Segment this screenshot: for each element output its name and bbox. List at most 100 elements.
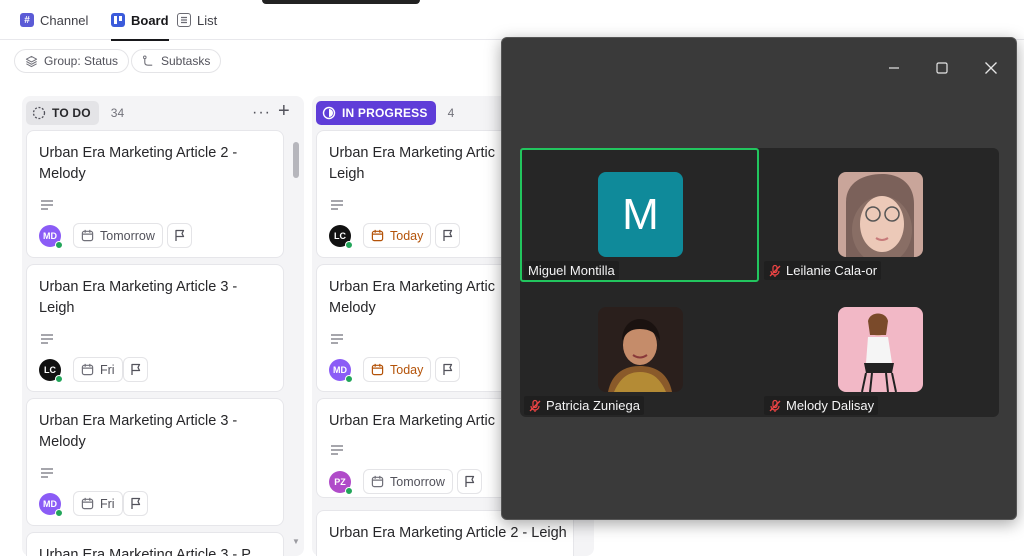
maximize-button[interactable] bbox=[928, 54, 956, 82]
avatar[interactable]: MD bbox=[39, 225, 63, 249]
minimize-icon bbox=[889, 67, 899, 69]
task-count: 4 bbox=[447, 106, 455, 120]
participant-name: Leilanie Cala-or bbox=[786, 263, 878, 278]
tab-label: List bbox=[197, 12, 218, 28]
priority-flag-button[interactable] bbox=[123, 357, 148, 382]
priority-flag-button[interactable] bbox=[435, 223, 460, 248]
avatar-initials: MD bbox=[43, 499, 57, 509]
participant-name-label: Leilanie Cala-or bbox=[764, 261, 882, 280]
status-label: TO DO bbox=[52, 106, 91, 120]
online-indicator bbox=[345, 487, 353, 495]
avatar: M bbox=[598, 172, 683, 257]
participant-tile[interactable]: Leilanie Cala-or bbox=[760, 148, 999, 282]
participant-tile[interactable]: Melody Dalisay bbox=[760, 283, 999, 417]
scroll-down-icon[interactable]: ▼ bbox=[292, 537, 300, 546]
layers-icon bbox=[25, 55, 38, 67]
participant-tile[interactable]: M Miguel Montilla bbox=[520, 148, 759, 282]
avatar[interactable]: LC bbox=[39, 359, 63, 383]
flag-icon bbox=[174, 229, 184, 241]
priority-flag-button[interactable] bbox=[457, 469, 482, 494]
participant-name: Melody Dalisay bbox=[786, 398, 875, 413]
task-title: Urban Era Marketing Article 3 - P... bbox=[39, 547, 262, 556]
mic-muted-icon bbox=[529, 399, 541, 412]
task-title: Urban Era Marketing Artic Leigh bbox=[329, 145, 496, 182]
due-date-button[interactable]: Tomorrow bbox=[363, 469, 453, 494]
description-icon bbox=[41, 468, 53, 478]
description-icon bbox=[41, 200, 53, 210]
due-date-button[interactable]: Today bbox=[363, 357, 432, 382]
close-button[interactable] bbox=[977, 54, 1005, 82]
avatar-initials: PZ bbox=[334, 477, 346, 487]
description-icon bbox=[41, 334, 53, 344]
task-count: 34 bbox=[110, 106, 125, 120]
status-badge-todo[interactable]: TO DO bbox=[26, 101, 99, 125]
description-icon bbox=[331, 200, 343, 210]
due-date-button[interactable]: Fri bbox=[73, 491, 123, 516]
priority-flag-button[interactable] bbox=[435, 357, 460, 382]
avatar-initials: MD bbox=[333, 365, 347, 375]
hash-icon: # bbox=[20, 13, 34, 27]
in-progress-status-icon bbox=[322, 106, 336, 120]
tab-label: Board bbox=[131, 12, 169, 28]
participant-grid: M Miguel Montilla Leilanie Cala-or Patri… bbox=[520, 148, 999, 417]
description-icon bbox=[331, 334, 343, 344]
status-label: IN PROGRESS bbox=[342, 106, 428, 120]
tab-label: Channel bbox=[40, 12, 89, 28]
participant-photo bbox=[838, 307, 923, 392]
participant-name-label: Melody Dalisay bbox=[764, 396, 879, 415]
participant-tile[interactable]: Patricia Zuniega bbox=[520, 283, 759, 417]
group-status-button[interactable]: Group: Status bbox=[14, 49, 130, 73]
due-date-button[interactable]: Tomorrow bbox=[73, 223, 163, 248]
status-badge-in-progress[interactable]: IN PROGRESS bbox=[316, 101, 436, 125]
mic-muted-icon bbox=[769, 399, 781, 412]
task-title: Urban Era Marketing Artic Melody bbox=[329, 279, 496, 316]
task-card[interactable]: Urban Era Marketing Article 3 - Melody M… bbox=[26, 398, 284, 526]
view-tabs-bar: # Channel Board List bbox=[0, 0, 1024, 41]
minimize-button[interactable] bbox=[880, 54, 908, 82]
tab-board[interactable]: Board bbox=[111, 0, 169, 41]
due-date-button[interactable]: Fri bbox=[73, 357, 123, 382]
subtasks-button[interactable]: Subtasks bbox=[131, 49, 222, 73]
list-icon bbox=[177, 13, 191, 27]
calendar-icon bbox=[371, 229, 384, 242]
subtasks-icon bbox=[143, 55, 153, 66]
due-date: Fri bbox=[100, 362, 115, 377]
column-todo: TO DO 34 ··· + Urban Era Marketing Artic… bbox=[22, 96, 304, 556]
flag-icon bbox=[442, 229, 452, 241]
calendar-icon bbox=[81, 497, 94, 510]
participant-name: Patricia Zuniega bbox=[546, 398, 640, 413]
tab-channel[interactable]: # Channel bbox=[20, 0, 88, 40]
video-call-window: M Miguel Montilla Leilanie Cala-or Patri… bbox=[501, 37, 1017, 520]
board-icon bbox=[111, 13, 125, 27]
add-task-icon[interactable]: + bbox=[278, 100, 290, 123]
avatar[interactable]: MD bbox=[329, 359, 353, 383]
due-date-button[interactable]: Today bbox=[363, 223, 432, 248]
task-card[interactable]: Urban Era Marketing Article 2 - Melody M… bbox=[26, 130, 284, 258]
online-indicator bbox=[345, 241, 353, 249]
calendar-icon bbox=[371, 475, 384, 488]
flag-icon bbox=[130, 497, 140, 509]
priority-flag-button[interactable] bbox=[123, 491, 148, 516]
subtasks-label: Subtasks bbox=[161, 54, 211, 68]
online-indicator bbox=[55, 375, 63, 383]
avatar[interactable]: MD bbox=[39, 493, 63, 517]
task-title: Urban Era Marketing Article 3 - Melody bbox=[39, 413, 238, 450]
task-title: Urban Era Marketing Article 2 - Melody bbox=[39, 145, 238, 182]
avatar[interactable]: PZ bbox=[329, 471, 353, 495]
window-edge bbox=[262, 0, 420, 4]
task-card[interactable]: Urban Era Marketing Article 3 - P... bbox=[26, 532, 284, 556]
participant-photo bbox=[838, 172, 923, 257]
task-card[interactable]: Urban Era Marketing Article 3 - Leigh LC… bbox=[26, 264, 284, 392]
task-title: Urban Era Marketing Article 3 - Leigh bbox=[39, 279, 238, 316]
avatar-initials: LC bbox=[44, 365, 56, 375]
priority-flag-button[interactable] bbox=[167, 223, 192, 248]
close-icon bbox=[985, 62, 997, 74]
tab-list[interactable]: List bbox=[177, 0, 217, 40]
more-options-icon[interactable]: ··· bbox=[252, 104, 271, 122]
column-scrollbar[interactable] bbox=[293, 142, 299, 178]
participant-name-label: Patricia Zuniega bbox=[524, 396, 644, 415]
flag-icon bbox=[464, 475, 474, 487]
avatar[interactable]: LC bbox=[329, 225, 353, 249]
column-header: TO DO 34 bbox=[26, 100, 124, 126]
description-icon bbox=[331, 445, 343, 455]
